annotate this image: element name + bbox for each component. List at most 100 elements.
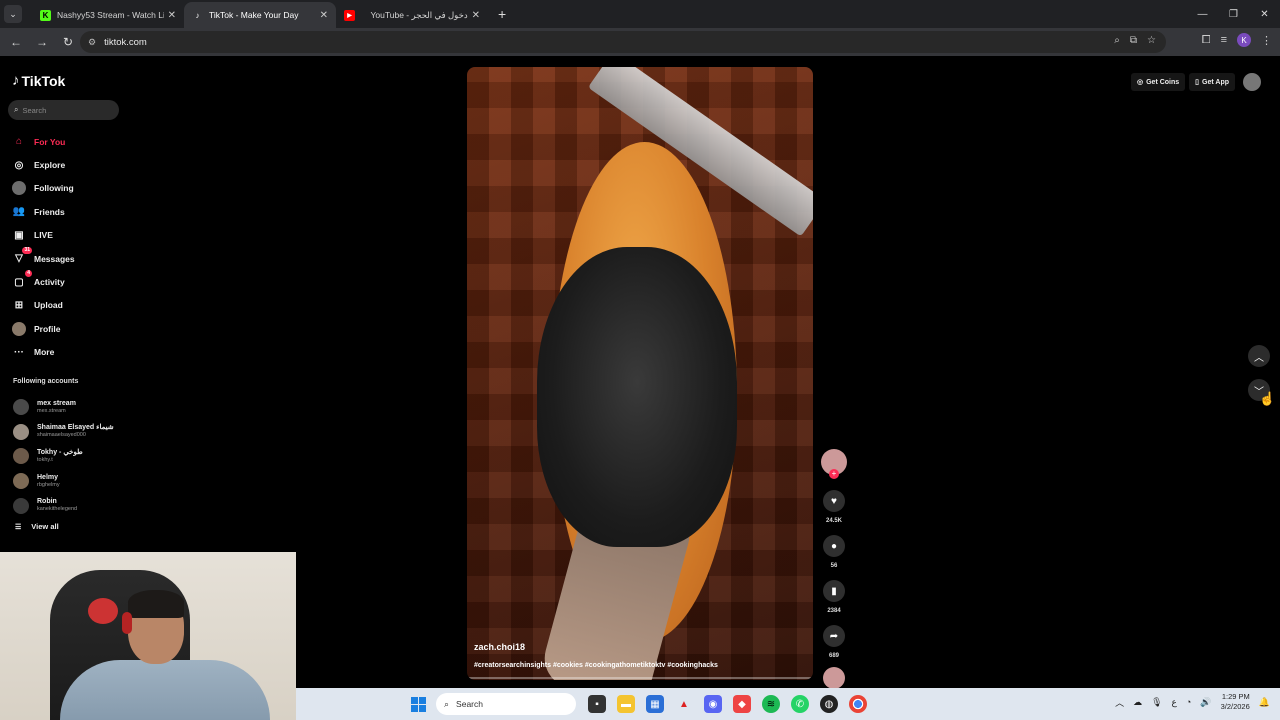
microphone-icon[interactable]: 🎙 <box>1151 697 1162 708</box>
app-icon[interactable]: ▲ <box>675 695 693 713</box>
nav-label: LIVE <box>34 230 53 241</box>
new-tab-button[interactable]: + <box>498 6 506 22</box>
address-bar: ← → ↻ ⚙ tiktok.com ⌕ ⧉ ☆ ⧠ ≡ K ⋮ <box>0 28 1280 56</box>
whatsapp-icon[interactable]: ✆ <box>791 695 809 713</box>
install-app-icon[interactable]: ⧉ <box>1130 35 1137 46</box>
nav-more[interactable]: ··· More <box>12 341 75 364</box>
notification-bell-icon[interactable]: 🔔 <box>1259 697 1270 708</box>
following-account[interactable]: Shaimaa Elsayed شيماء shaimaaelsayed000 <box>13 420 114 445</box>
tiktok-note-icon: ♪ <box>12 72 20 89</box>
nav-activity[interactable]: ▢ 4 Activity <box>12 270 75 293</box>
extensions-icon[interactable]: ⧠ <box>1202 34 1211 47</box>
close-icon[interactable]: ✕ <box>472 10 480 21</box>
file-explorer-icon[interactable]: ▬ <box>617 695 635 713</box>
video-author[interactable]: zach.choi18 <box>474 642 525 652</box>
activity-badge: 4 <box>25 270 32 278</box>
clock[interactable]: 1:29 PM 3/2/2026 <box>1221 692 1250 712</box>
following-account[interactable]: Robin kanekithelegend <box>13 493 114 518</box>
brave-icon[interactable]: ◆ <box>733 695 751 713</box>
clock-time: 1:29 PM <box>1221 692 1250 701</box>
discord-icon[interactable]: ◉ <box>704 695 722 713</box>
list-icon: ☰ <box>15 523 22 531</box>
spotify-icon[interactable]: ≋ <box>762 695 780 713</box>
back-button[interactable]: ← <box>4 30 28 54</box>
following-account[interactable]: Helmy rbghelmy <box>13 469 114 494</box>
share-action[interactable]: ➦ 689 <box>820 625 848 659</box>
video-hashtags[interactable]: #creatorsearchinsights #cookies #cooking… <box>474 662 718 669</box>
nav-for-you[interactable]: ⌂ For You <box>12 130 75 153</box>
chrome-icon[interactable] <box>849 695 867 713</box>
following-account[interactable]: mex stream mex.stream <box>13 395 114 420</box>
reload-button[interactable]: ↻ <box>56 30 80 54</box>
windows-start-icon[interactable] <box>411 697 426 712</box>
close-icon[interactable]: ✕ <box>168 10 176 21</box>
nav-upload[interactable]: ⊞ Upload <box>12 294 75 317</box>
task-view-icon[interactable]: ▪ <box>588 695 606 713</box>
chevron-up-icon[interactable]: ︿ <box>1115 696 1124 709</box>
close-icon[interactable]: ✕ <box>320 10 328 21</box>
nav-label: Messages <box>34 253 75 264</box>
sound-avatar[interactable] <box>823 667 845 689</box>
windows-taskbar: ⌕ Search ▪ ▬ ▦ ▲ ◉ ◆ ≋ ✆ ◍ ︿ ☁ 🎙 ع ◔ 🔊 1… <box>296 688 1280 720</box>
headset <box>122 612 132 634</box>
nav-explore[interactable]: ◎ Explore <box>12 153 75 176</box>
nav-label: More <box>34 347 55 358</box>
tab-kick[interactable]: K Nashyy53 Stream - Watch Live ✕ <box>32 2 184 28</box>
close-window-button[interactable]: ✕ <box>1249 0 1280 28</box>
volume-icon[interactable]: 🔊 <box>1200 697 1211 708</box>
nav-label: For You <box>34 136 66 147</box>
zoom-icon[interactable]: ⌕ <box>1114 35 1120 46</box>
profile-avatar[interactable]: K <box>1237 33 1251 47</box>
search-input[interactable]: ⌕ Search <box>8 100 119 120</box>
share-icon[interactable]: ➦ <box>823 625 845 647</box>
view-all-button[interactable]: ☰ View all <box>15 522 59 531</box>
get-app-button[interactable]: ▯ Get App <box>1189 73 1235 91</box>
store-icon[interactable]: ▦ <box>646 695 664 713</box>
video-player[interactable]: zach.choi18 #creatorsearchinsights #cook… <box>467 67 813 680</box>
save-action[interactable]: ▮ 2384 <box>820 580 848 614</box>
language-indicator[interactable]: ع <box>1172 697 1177 708</box>
avatar <box>13 448 29 465</box>
minimize-button[interactable]: — <box>1187 0 1218 28</box>
tab-youtube[interactable]: ▶ YouTube - دخول في الحجر ✕ <box>336 2 488 28</box>
video-progress-bar[interactable] <box>469 677 811 679</box>
comment-action[interactable]: ● 56 <box>820 535 848 569</box>
top-right-actions: ◎ Get Coins ▯ Get App <box>1131 73 1261 91</box>
nav-label: Following <box>34 183 74 194</box>
user-avatar[interactable] <box>1243 73 1261 91</box>
comment-icon[interactable]: ● <box>823 535 845 557</box>
restore-button[interactable]: ❐ <box>1218 0 1249 28</box>
network-icon[interactable]: ☁ <box>1133 697 1142 708</box>
following-account[interactable]: Tokhy - طوخي tokhy.t <box>13 444 114 469</box>
nav-profile[interactable]: Profile <box>12 317 75 340</box>
obs-icon[interactable]: ◍ <box>820 695 838 713</box>
wifi-icon[interactable]: ◔ <box>1186 697 1191 707</box>
creator-avatar[interactable]: + <box>821 449 847 479</box>
forward-button[interactable]: → <box>30 30 54 54</box>
tiktok-logo[interactable]: ♪ TikTok <box>12 72 65 89</box>
nav-following[interactable]: Following <box>12 177 75 200</box>
heart-icon[interactable]: ♥ <box>823 490 845 512</box>
bookmark-star-icon[interactable]: ☆ <box>1147 35 1156 46</box>
previous-video-button[interactable]: ︿ <box>1248 345 1270 367</box>
nav-label: Profile <box>34 323 61 334</box>
tab-label: TikTok - Make Your Day <box>209 10 299 20</box>
site-info-icon[interactable]: ⚙ <box>88 37 96 48</box>
bookmark-icon[interactable]: ▮ <box>823 580 845 602</box>
url-field[interactable]: ⚙ tiktok.com ⌕ ⧉ ☆ <box>80 31 1166 53</box>
get-coins-button[interactable]: ◎ Get Coins <box>1131 73 1186 91</box>
nav-label: Upload <box>34 300 63 311</box>
tab-tiktok[interactable]: ♪ TikTok - Make Your Day ✕ <box>184 2 336 28</box>
taskbar-search[interactable]: ⌕ Search <box>436 693 576 715</box>
tab-search-button[interactable]: ⌄ <box>4 5 22 23</box>
nav-live[interactable]: ▣ LIVE <box>12 224 75 247</box>
tab-label: YouTube - دخول في الحجر <box>370 9 468 20</box>
media-control-icon[interactable]: ≡ <box>1221 34 1227 46</box>
avatar <box>13 399 29 416</box>
follow-plus-icon[interactable]: + <box>829 469 839 479</box>
nav-friends[interactable]: 👥 Friends <box>12 200 75 223</box>
like-action[interactable]: ♥ 24.5K <box>820 490 848 524</box>
nav-messages[interactable]: ▽ 31 Messages <box>12 246 75 270</box>
following-accounts-title: Following accounts <box>13 378 79 385</box>
menu-kebab-icon[interactable]: ⋮ <box>1261 34 1272 47</box>
